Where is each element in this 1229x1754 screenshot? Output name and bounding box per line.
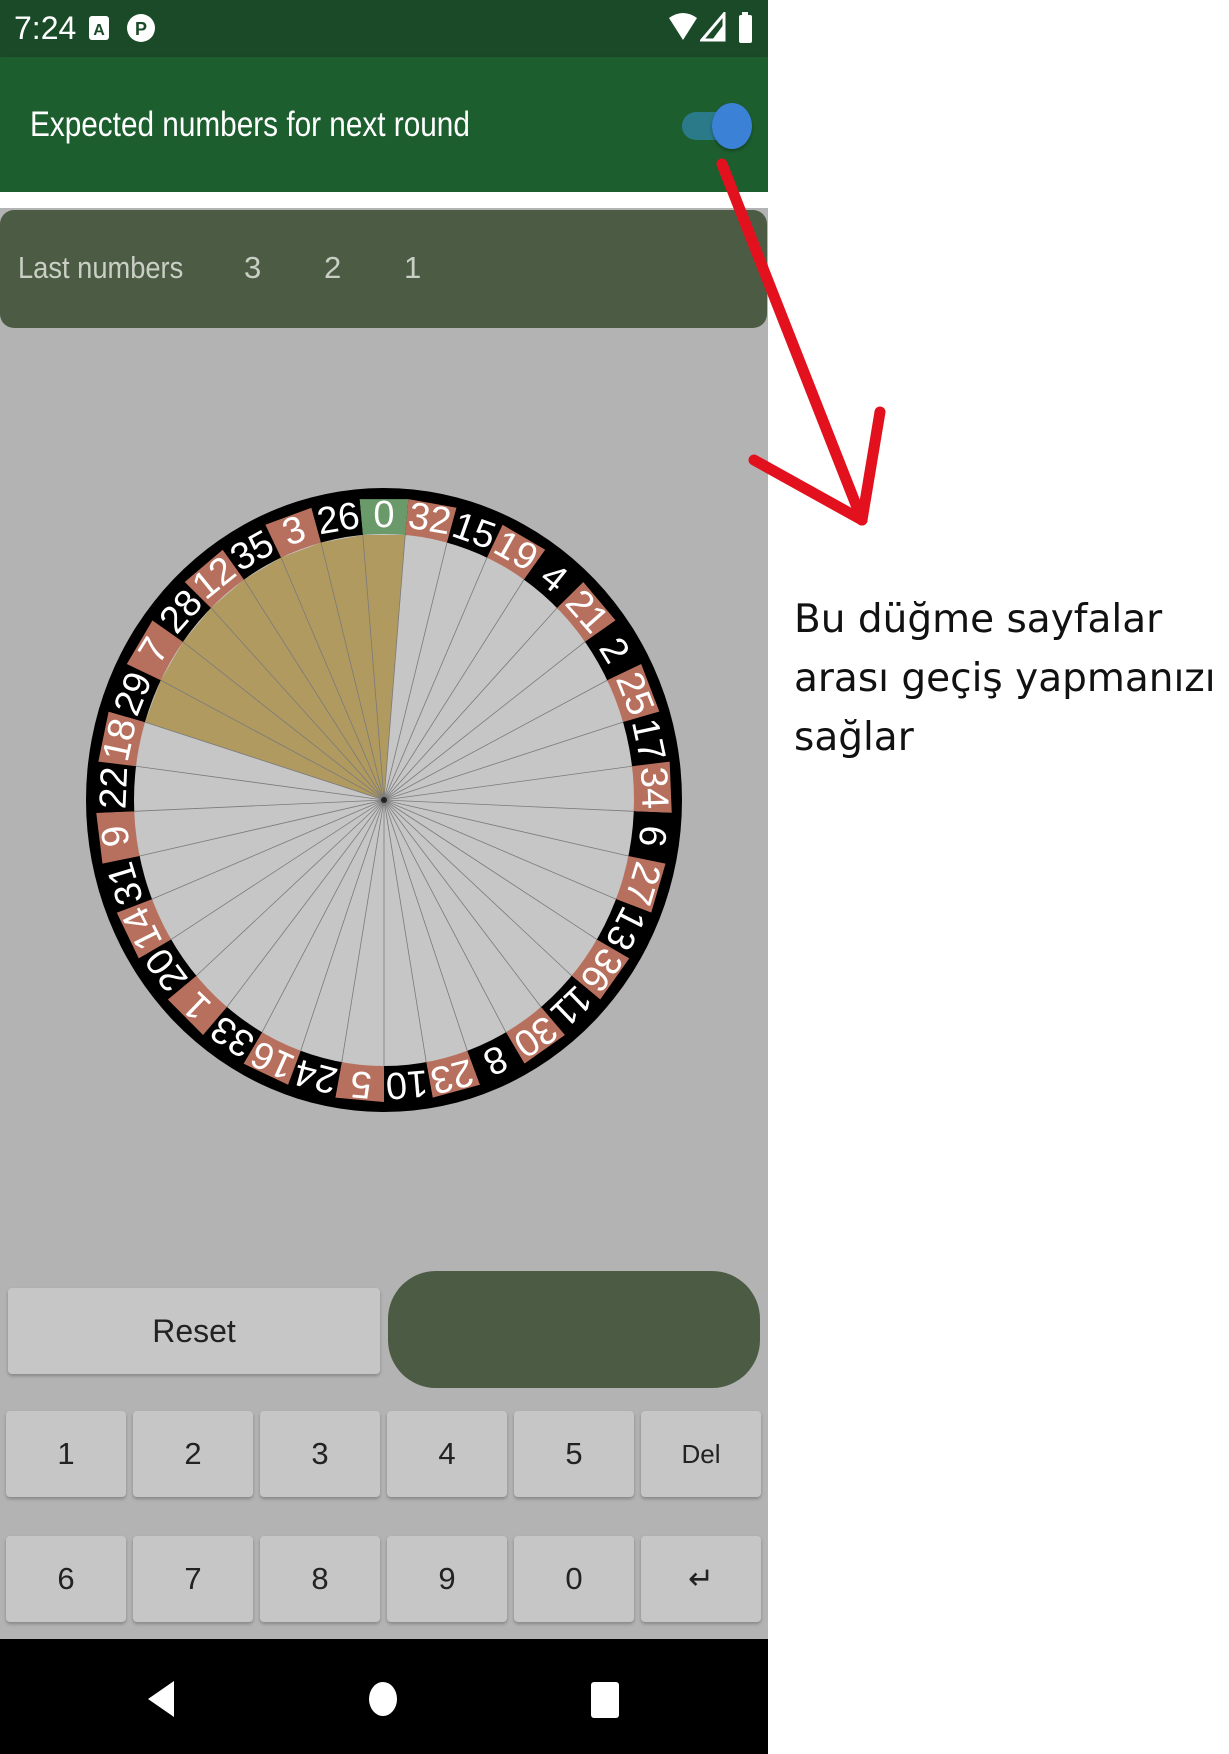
navigation-bar xyxy=(0,1639,768,1754)
home-icon[interactable] xyxy=(368,1681,398,1717)
last-number-3: 1 xyxy=(404,250,422,285)
toggle-thumb[interactable] xyxy=(712,103,752,149)
back-icon[interactable] xyxy=(146,1679,176,1719)
wheel-number-label: 5 xyxy=(349,1062,374,1106)
roulette-wheel[interactable]: 0 321519421225173462713361130823105241633… xyxy=(0,330,768,1230)
reset-button[interactable]: Reset xyxy=(8,1288,380,1374)
last-numbers-label: Last numbers xyxy=(18,250,184,285)
key-delete[interactable]: Del xyxy=(641,1411,761,1497)
wheel-number-label: 32 xyxy=(405,495,454,544)
page-title: Expected numbers for next round xyxy=(30,105,470,144)
key-8[interactable]: 8 xyxy=(260,1536,380,1622)
p-badge-icon: P xyxy=(127,14,155,42)
wheel-number-label: 18 xyxy=(95,715,145,765)
key-5[interactable]: 5 xyxy=(514,1411,634,1497)
wheel-number-label: 26 xyxy=(314,495,363,544)
status-bar: 7:24 A P xyxy=(0,0,768,57)
key-3[interactable]: 3 xyxy=(260,1411,380,1497)
key-0[interactable]: 0 xyxy=(514,1536,634,1622)
annotation-text: Bu düğme sayfalar arası geçiş yapmanızı … xyxy=(794,597,1216,760)
last-numbers-panel: Last numbers 3 2 1 xyxy=(0,210,767,328)
wheel-number-label: 17 xyxy=(623,715,673,765)
key-7[interactable]: 7 xyxy=(133,1536,253,1622)
recents-icon[interactable] xyxy=(590,1681,620,1719)
wheel-number-label: 34 xyxy=(632,766,676,810)
key-1[interactable]: 1 xyxy=(6,1411,126,1497)
key-2[interactable]: 2 xyxy=(133,1411,253,1497)
key-6[interactable]: 6 xyxy=(6,1536,126,1622)
key-4[interactable]: 4 xyxy=(387,1411,507,1497)
annotation-arrow-icon xyxy=(716,158,886,526)
wheel-center xyxy=(381,797,387,803)
key-9[interactable]: 9 xyxy=(387,1536,507,1622)
phone-screen: 7:24 A P Expected numbers for next round xyxy=(0,0,768,1754)
status-time: 7:24 xyxy=(14,10,77,46)
signal-icon xyxy=(700,12,726,42)
enter-key[interactable]: ↵ xyxy=(641,1536,761,1622)
wheel-number-label: 10 xyxy=(384,1061,430,1106)
last-number-2: 2 xyxy=(324,250,342,285)
page-switch-toggle[interactable] xyxy=(682,103,752,149)
primary-action-button[interactable] xyxy=(388,1271,760,1388)
battery-icon xyxy=(739,12,752,43)
divider xyxy=(0,192,768,208)
a-badge-icon: A xyxy=(89,16,109,40)
last-number-1: 3 xyxy=(244,250,262,285)
svg-text:P: P xyxy=(135,19,147,39)
app-bar: Expected numbers for next round xyxy=(0,57,768,192)
wifi-icon xyxy=(669,13,697,40)
svg-text:A: A xyxy=(93,22,105,39)
wheel-number-label: 0 xyxy=(373,494,394,536)
wheel-number-label: 22 xyxy=(92,766,136,810)
